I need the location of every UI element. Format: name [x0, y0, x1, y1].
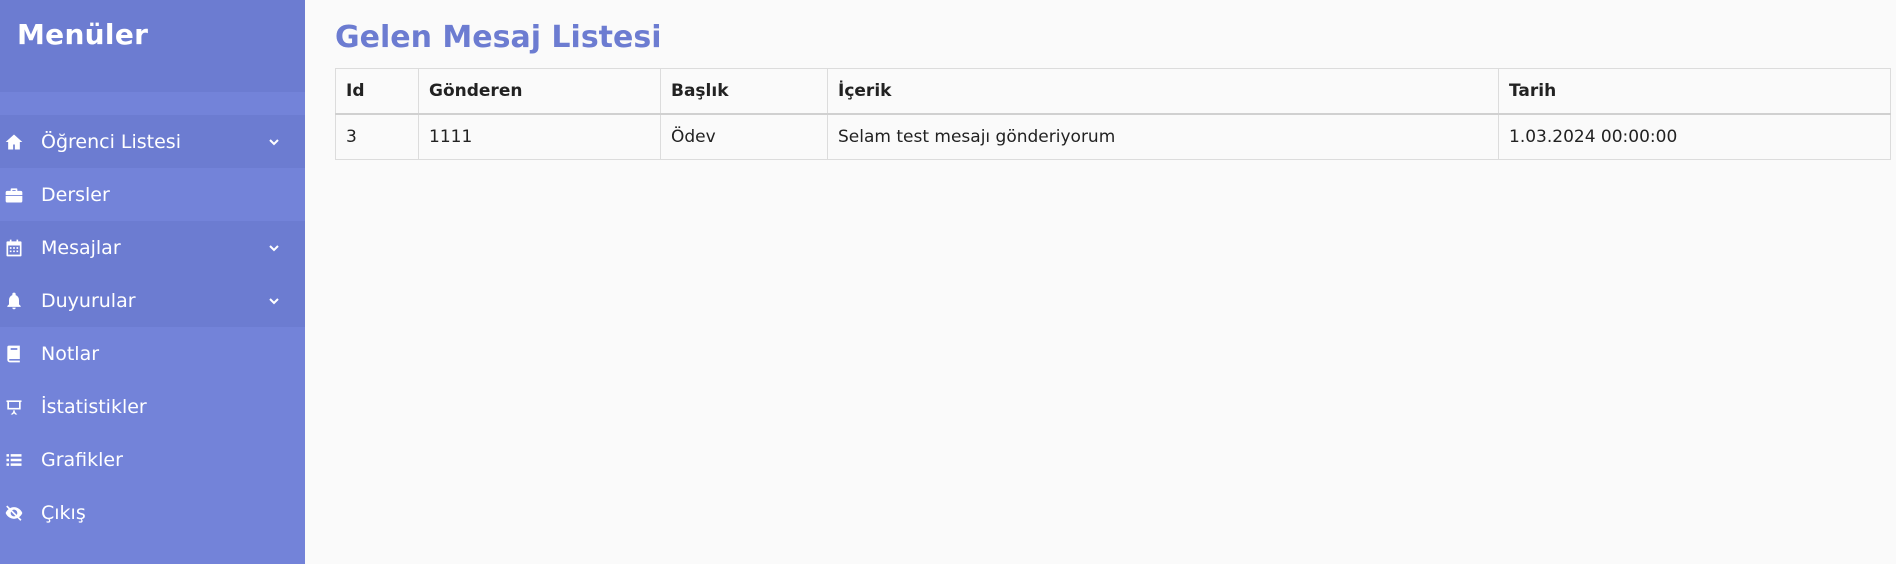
chevron-down-icon[interactable]	[267, 135, 281, 149]
sidebar-item-label: Çıkış	[41, 501, 86, 524]
cell-sender: 1111	[418, 113, 661, 160]
briefcase-icon	[4, 185, 24, 205]
sidebar-item-label: Mesajlar	[41, 236, 121, 259]
sidebar-item-label: Öğrenci Listesi	[41, 130, 181, 153]
cell-content: Selam test mesajı gönderiyorum	[827, 113, 1499, 160]
app-root: Menüler Öğrenci Listesi Dersler Mesajlar…	[0, 0, 1896, 564]
sidebar-item-grafikler[interactable]: Grafikler	[0, 433, 305, 486]
column-header-sender: Gönderen	[418, 68, 661, 115]
column-header-subject: Başlık	[660, 68, 828, 115]
sidebar-item-cikis[interactable]: Çıkış	[0, 486, 305, 539]
sidebar-item-mesajlar[interactable]: Mesajlar	[0, 221, 305, 274]
sidebar: Menüler Öğrenci Listesi Dersler Mesajlar…	[0, 0, 305, 564]
calendar-icon	[4, 238, 24, 258]
sidebar-item-label: Duyurular	[41, 289, 136, 312]
presentation-icon	[4, 397, 24, 417]
main-content: Gelen Mesaj Listesi Id Gönderen Başlık İ…	[305, 0, 1896, 564]
sidebar-item-label: Grafikler	[41, 448, 123, 471]
sidebar-title: Menüler	[17, 18, 149, 51]
sidebar-menu: Öğrenci Listesi Dersler Mesajlar Duyurul…	[0, 115, 305, 539]
sidebar-item-notlar[interactable]: Notlar	[0, 327, 305, 380]
column-header-id: Id	[335, 68, 419, 115]
eye-slash-icon	[4, 503, 24, 523]
book-icon	[4, 344, 24, 364]
message-table: Id Gönderen Başlık İçerik Tarih 3 1111 Ö…	[335, 68, 1891, 160]
sidebar-item-istatistikler[interactable]: İstatistikler	[0, 380, 305, 433]
sidebar-item-label: Notlar	[41, 342, 100, 365]
chevron-down-icon[interactable]	[267, 294, 281, 308]
bell-icon	[4, 291, 24, 311]
cell-id: 3	[335, 113, 419, 160]
sidebar-item-duyurular[interactable]: Duyurular	[0, 274, 305, 327]
sidebar-item-label: Dersler	[41, 183, 110, 206]
table-header-row: Id Gönderen Başlık İçerik Tarih	[335, 68, 1891, 115]
column-header-date: Tarih	[1498, 68, 1891, 115]
column-header-content: İçerik	[827, 68, 1499, 115]
sidebar-item-label: İstatistikler	[41, 395, 147, 418]
cell-subject: Ödev	[660, 113, 828, 160]
cell-date: 1.03.2024 00:00:00	[1498, 113, 1891, 160]
list-icon	[4, 450, 24, 470]
home-icon	[4, 132, 24, 152]
page-title: Gelen Mesaj Listesi	[335, 20, 662, 55]
table-row[interactable]: 3 1111 Ödev Selam test mesajı gönderiyor…	[335, 113, 1891, 160]
sidebar-header: Menüler	[0, 0, 305, 92]
chevron-down-icon[interactable]	[267, 241, 281, 255]
sidebar-item-ogrenci-listesi[interactable]: Öğrenci Listesi	[0, 115, 305, 168]
sidebar-item-dersler[interactable]: Dersler	[0, 168, 305, 221]
